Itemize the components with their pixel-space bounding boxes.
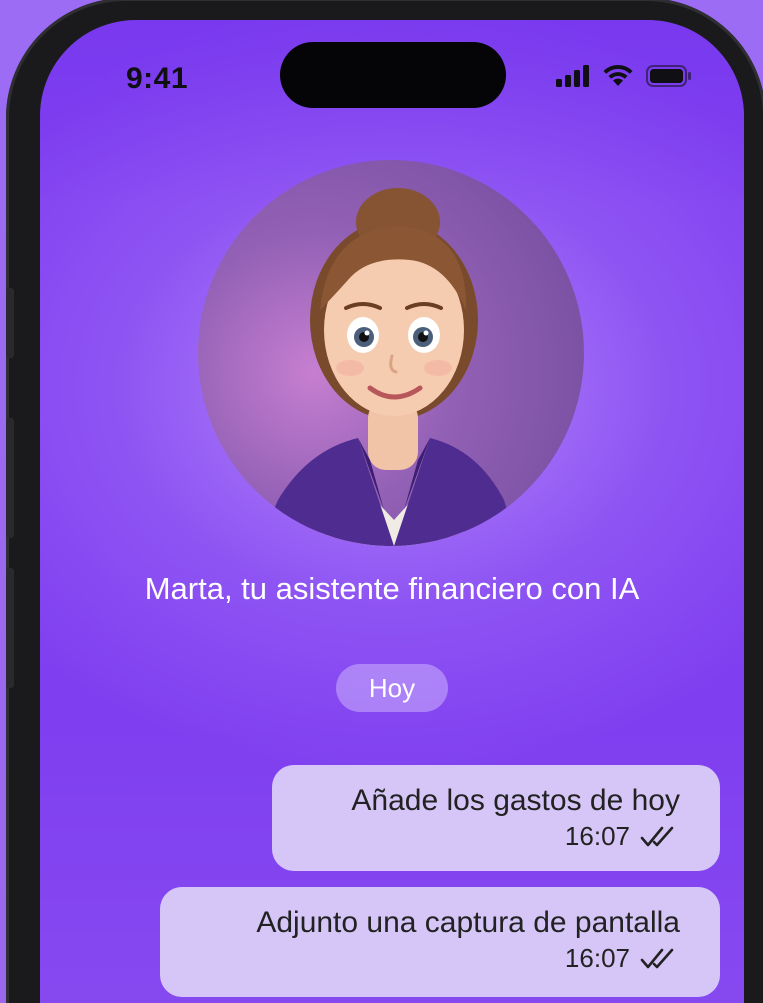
status-icons [556,64,692,88]
chat-message-bubble[interactable]: Añade los gastos de hoy 16:07 [272,765,720,871]
message-time: 16:07 [564,943,630,973]
dynamic-island [280,42,506,108]
message-text: Adjunto una captura de pantalla [256,906,680,939]
message-meta: 16:07 [292,821,680,852]
status-bar: 9:41 [40,20,744,120]
double-check-icon [640,826,674,846]
phone-side-button [6,288,14,358]
message-meta: 16:07 [180,943,680,974]
battery-icon [646,65,691,87]
phone-side-button [6,418,14,538]
message-time: 16:07 [564,821,630,851]
assistant-title: Marta, tu asistente financiero con IA [144,571,640,606]
phone-side-button [6,568,14,688]
phone-frame: 9:41 Marta, tu asistente financiero con … [6,0,763,1003]
assistant-avatar [198,160,584,546]
double-check-icon [640,948,674,968]
assistant-avatar-illustration [258,188,518,546]
status-time: 9:41 [126,62,189,95]
day-separator-chip: Hoy [336,664,448,712]
wifi-icon [603,64,633,86]
chat-message-bubble[interactable]: Adjunto una captura de pantalla 16:07 [160,887,720,997]
message-text: Añade los gastos de hoy [351,784,680,817]
phone-screen: 9:41 Marta, tu asistente financiero con … [40,20,744,1003]
cellular-signal-icon [556,65,589,87]
